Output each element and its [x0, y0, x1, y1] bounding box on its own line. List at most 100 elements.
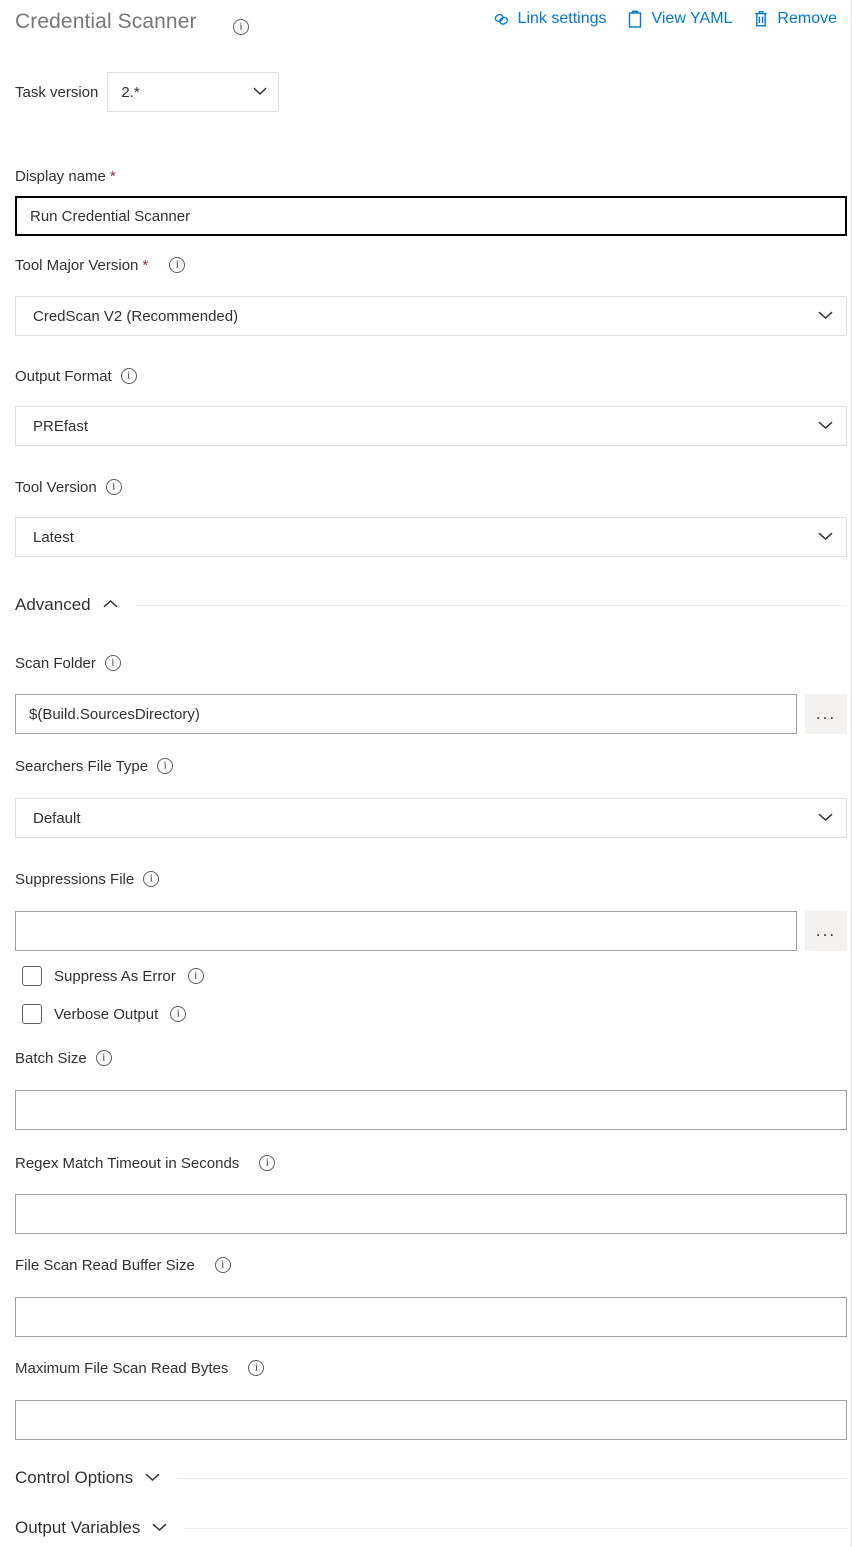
tool-major-version-value: CredScan V2 (Recommended) — [33, 308, 817, 325]
required-marker: * — [110, 168, 116, 185]
maximum-file-scan-read-bytes-label: Maximum File Scan Read Bytes — [15, 1360, 228, 1377]
remove-button[interactable]: Remove — [752, 9, 837, 29]
required-marker: * — [142, 257, 148, 274]
page-title: Credential Scanner — [15, 10, 197, 34]
searchers-file-type-label: Searchers File Type — [15, 758, 148, 775]
ellipsis-icon: ... — [816, 710, 836, 718]
chevron-down-icon — [252, 83, 268, 101]
scan-folder-browse-button[interactable]: ... — [805, 694, 847, 734]
chevron-down-icon — [151, 1519, 168, 1537]
chevron-down-icon — [817, 417, 834, 435]
maximum-file-scan-read-bytes-input[interactable] — [15, 1400, 847, 1440]
display-name-label-row: Display name * — [0, 166, 847, 186]
clipboard-icon — [626, 9, 644, 29]
info-icon[interactable] — [188, 968, 204, 984]
link-settings-button[interactable]: Link settings — [492, 10, 607, 29]
ellipsis-icon: ... — [816, 927, 836, 935]
tool-major-version-label: Tool Major Version — [15, 257, 138, 274]
output-format-field: Output Format — [0, 366, 847, 386]
maximum-file-scan-read-bytes-label-row: Maximum File Scan Read Bytes — [0, 1358, 847, 1378]
tool-major-version-select[interactable]: CredScan V2 (Recommended) — [15, 296, 847, 336]
tool-version-label: Tool Version — [15, 479, 97, 496]
control-options-label: Control Options — [15, 1468, 133, 1488]
tool-version-label-row: Tool Version — [0, 477, 847, 497]
batch-size-field: Batch Size — [0, 1048, 847, 1068]
link-icon — [492, 10, 511, 29]
scan-folder-input[interactable]: $(Build.SourcesDirectory) — [15, 694, 797, 734]
info-icon[interactable] — [233, 19, 249, 35]
display-name-field: Display name * — [0, 166, 847, 186]
searchers-file-type-field: Searchers File Type — [0, 756, 847, 776]
file-scan-read-buffer-size-label: File Scan Read Buffer Size — [15, 1257, 195, 1274]
tool-major-version-field: Tool Major Version * — [0, 255, 847, 275]
verbose-output-checkbox[interactable] — [22, 1004, 42, 1024]
file-scan-read-buffer-size-input[interactable] — [15, 1297, 847, 1337]
chevron-down-icon — [817, 809, 834, 827]
section-divider — [135, 605, 847, 606]
info-icon[interactable] — [121, 368, 137, 384]
chevron-down-icon — [144, 1469, 161, 1487]
scan-folder-label: Scan Folder — [15, 655, 96, 672]
suppressions-file-label: Suppressions File — [15, 871, 134, 888]
chevron-down-icon — [817, 307, 834, 325]
scan-folder-value: $(Build.SourcesDirectory) — [29, 706, 200, 723]
output-format-label: Output Format — [15, 368, 112, 385]
output-format-value: PREfast — [33, 418, 817, 435]
tool-version-value: Latest — [33, 529, 817, 546]
info-icon[interactable] — [215, 1257, 231, 1273]
advanced-section-label: Advanced — [15, 595, 91, 615]
output-variables-section-header[interactable]: Output Variables — [15, 1518, 847, 1538]
searchers-file-type-select[interactable]: Default — [15, 798, 847, 838]
panel-header: Credential Scanner Link settings — [0, 0, 847, 48]
regex-match-timeout-field: Regex Match Timeout in Seconds — [0, 1153, 847, 1173]
tool-version-field: Tool Version — [0, 477, 847, 497]
regex-match-timeout-label-row: Regex Match Timeout in Seconds — [0, 1153, 847, 1173]
display-name-input[interactable]: Run Credential Scanner — [15, 196, 847, 236]
display-name-value: Run Credential Scanner — [30, 208, 190, 225]
suppress-as-error-checkbox[interactable] — [22, 966, 42, 986]
info-icon[interactable] — [96, 1050, 112, 1066]
view-yaml-label: View YAML — [651, 10, 732, 28]
chevron-up-icon — [102, 596, 119, 614]
info-icon[interactable] — [143, 871, 159, 887]
task-version-label: Task version — [15, 84, 98, 101]
chevron-down-icon — [817, 528, 834, 546]
info-icon[interactable] — [170, 1006, 186, 1022]
batch-size-input[interactable] — [15, 1090, 847, 1130]
display-name-label: Display name — [15, 168, 106, 185]
info-icon[interactable] — [169, 257, 185, 273]
info-icon[interactable] — [157, 758, 173, 774]
regex-match-timeout-input[interactable] — [15, 1194, 847, 1234]
suppress-as-error-label: Suppress As Error — [54, 968, 176, 985]
tool-major-version-label-row: Tool Major Version * — [0, 255, 847, 275]
task-version-select[interactable]: 2.* — [107, 72, 279, 112]
section-divider — [184, 1528, 847, 1529]
maximum-file-scan-read-bytes-field: Maximum File Scan Read Bytes — [0, 1358, 847, 1378]
info-icon[interactable] — [105, 655, 121, 671]
suppress-as-error-row[interactable]: Suppress As Error — [22, 966, 204, 986]
info-icon[interactable] — [106, 479, 122, 495]
info-icon[interactable] — [248, 1360, 264, 1376]
info-icon[interactable] — [259, 1155, 275, 1171]
suppressions-file-label-row: Suppressions File — [0, 869, 847, 889]
searchers-file-type-label-row: Searchers File Type — [0, 756, 847, 776]
suppressions-file-field: Suppressions File — [0, 869, 847, 889]
scan-folder-label-row: Scan Folder — [0, 653, 847, 673]
suppressions-file-browse-button[interactable]: ... — [805, 911, 847, 951]
tool-version-select[interactable]: Latest — [15, 517, 847, 557]
view-yaml-button[interactable]: View YAML — [626, 9, 732, 29]
file-scan-read-buffer-size-label-row: File Scan Read Buffer Size — [0, 1255, 847, 1275]
verbose-output-row[interactable]: Verbose Output — [22, 1004, 186, 1024]
control-options-section-header[interactable]: Control Options — [15, 1468, 847, 1488]
regex-match-timeout-label: Regex Match Timeout in Seconds — [15, 1155, 239, 1172]
advanced-section-header[interactable]: Advanced — [15, 595, 847, 615]
task-editor-panel: Credential Scanner Link settings — [0, 0, 852, 1547]
output-format-select[interactable]: PREfast — [15, 406, 847, 446]
scan-folder-field: Scan Folder — [0, 653, 847, 673]
trash-icon — [752, 9, 770, 29]
suppressions-file-input[interactable] — [15, 911, 797, 951]
verbose-output-label: Verbose Output — [54, 1006, 158, 1023]
output-variables-label: Output Variables — [15, 1518, 140, 1538]
batch-size-label: Batch Size — [15, 1050, 87, 1067]
searchers-file-type-value: Default — [33, 810, 817, 827]
